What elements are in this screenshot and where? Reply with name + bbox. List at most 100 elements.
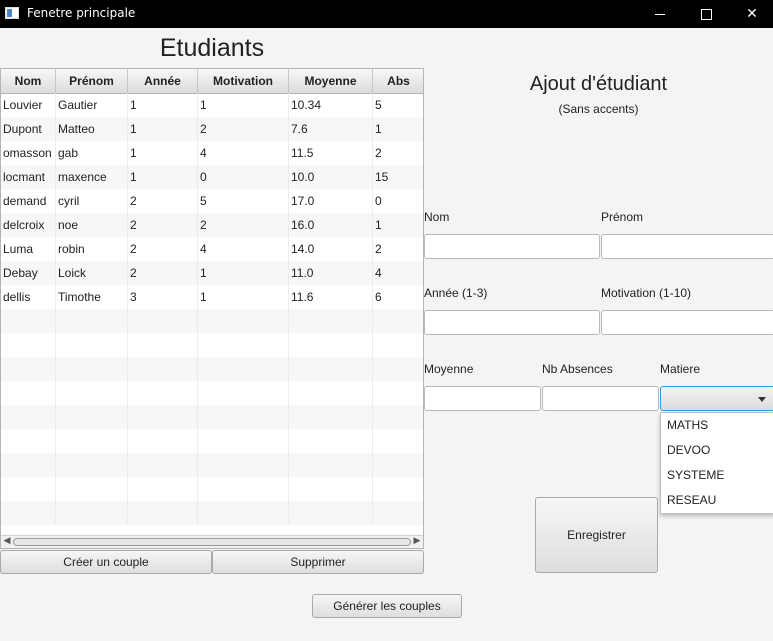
table-cell: locmant [1, 165, 56, 189]
table-cell: 2 [198, 213, 289, 237]
table-cell [56, 357, 128, 381]
column-header[interactable]: Motivation [198, 69, 289, 93]
empty-table-row [1, 333, 423, 357]
absences-label: Nb Absences [542, 362, 613, 376]
empty-table-row [1, 429, 423, 453]
students-table[interactable]: Nom Prénom Année Motivation Moyenne Abs Louvi… [0, 68, 424, 549]
add-student-heading: Ajout d'étudiant [529, 73, 668, 95]
table-cell: 5 [198, 189, 289, 213]
table-cell [289, 381, 373, 405]
matiere-option[interactable]: DEVOO [661, 438, 773, 463]
table-cell: omasson [1, 141, 56, 165]
table-cell: robin [56, 237, 128, 261]
prenom-label: Prénom [601, 210, 644, 224]
empty-table-row [1, 477, 423, 501]
table-cell: 1 [198, 93, 289, 117]
table-row[interactable]: demand cyril 2 5 17.0 0 [1, 189, 423, 213]
column-header[interactable]: Abs [373, 69, 423, 93]
table-cell [128, 381, 198, 405]
moyenne-input[interactable] [424, 386, 541, 411]
horizontal-scrollbar[interactable]: ◀ ▶ [1, 535, 423, 548]
table-cell [128, 333, 198, 357]
moyenne-label: Moyenne [424, 362, 474, 376]
table-cell [289, 429, 373, 453]
table-cell: 1 [198, 261, 289, 285]
generate-couples-button[interactable]: Générer les couples [312, 594, 462, 618]
table-row[interactable]: locmant maxence 1 0 10.0 15 [1, 165, 423, 189]
table-row[interactable]: Debay Loick 2 1 11.0 4 [1, 261, 423, 285]
column-header[interactable]: Nom [1, 69, 56, 93]
table-cell: 2 [128, 213, 198, 237]
table-cell: 2 [373, 237, 423, 261]
table-row[interactable]: Luma robin 2 4 14.0 2 [1, 237, 423, 261]
students-heading: Etudiants [159, 34, 265, 62]
annee-input[interactable] [424, 310, 600, 335]
matiere-option[interactable]: RESEAU [661, 488, 773, 513]
table-cell [128, 477, 198, 501]
scroll-left-icon[interactable]: ◀ [1, 535, 13, 547]
table-cell: 4 [198, 141, 289, 165]
matiere-dropdown-list: MATHS DEVOO SYSTEME RESEAU [660, 412, 773, 514]
table-cell [1, 357, 56, 381]
scrollbar-thumb[interactable] [13, 538, 411, 546]
empty-table-row [1, 405, 423, 429]
table-cell: 14.0 [289, 237, 373, 261]
table-row[interactable]: Louvier Gautier 1 1 10.34 5 [1, 93, 423, 117]
table-cell [373, 477, 423, 501]
table-cell [128, 453, 198, 477]
empty-table-row [1, 501, 423, 525]
scroll-right-icon[interactable]: ▶ [411, 535, 423, 547]
table-cell [289, 501, 373, 525]
column-header[interactable]: Prénom [56, 69, 128, 93]
maximize-button[interactable] [683, 0, 729, 28]
empty-table-row [1, 453, 423, 477]
table-cell [1, 477, 56, 501]
absences-input[interactable] [542, 386, 659, 411]
matiere-option[interactable]: SYSTEME [661, 463, 773, 488]
table-cell [198, 429, 289, 453]
column-header[interactable]: Année [128, 69, 198, 93]
table-cell [56, 453, 128, 477]
table-cell: Loick [56, 261, 128, 285]
table-cell: demand [1, 189, 56, 213]
table-cell: 2 [373, 141, 423, 165]
close-button[interactable]: ✕ [729, 0, 773, 28]
table-cell [373, 453, 423, 477]
motivation-input[interactable] [601, 310, 773, 335]
matiere-option[interactable]: MATHS [661, 413, 773, 438]
table-cell: 10.34 [289, 93, 373, 117]
table-cell: 1 [128, 93, 198, 117]
motivation-label: Motivation (1-10) [601, 286, 692, 300]
table-cell [56, 405, 128, 429]
table-cell: 1 [373, 117, 423, 141]
table-cell: 15 [373, 165, 423, 189]
close-icon: ✕ [746, 6, 758, 22]
matiere-select[interactable] [660, 386, 773, 411]
delete-button[interactable]: Supprimer [212, 550, 424, 574]
table-cell [198, 501, 289, 525]
table-row[interactable]: omasson gab 1 4 11.5 2 [1, 141, 423, 165]
table-cell [1, 405, 56, 429]
table-cell [56, 333, 128, 357]
table-cell: Matteo [56, 117, 128, 141]
table-row[interactable]: dellis Timothe 3 1 11.6 6 [1, 285, 423, 309]
create-couple-button[interactable]: Créer un couple [0, 550, 212, 574]
table-cell [56, 429, 128, 453]
table-row[interactable]: delcroix noe 2 2 16.0 1 [1, 213, 423, 237]
nom-input[interactable] [424, 234, 600, 259]
table-row[interactable]: Dupont Matteo 1 2 7.6 1 [1, 117, 423, 141]
table-cell [373, 357, 423, 381]
window-titlebar: Fenetre principale ✕ [0, 0, 773, 28]
table-cell: 5 [373, 93, 423, 117]
table-cell: 0 [198, 165, 289, 189]
annee-label: Année (1-3) [424, 286, 488, 300]
minimize-button[interactable] [637, 0, 683, 28]
save-button[interactable]: Enregistrer [535, 497, 658, 573]
maximize-icon [700, 8, 712, 20]
table-cell [1, 381, 56, 405]
column-header[interactable]: Moyenne [289, 69, 373, 93]
table-cell [56, 501, 128, 525]
table-cell: Dupont [1, 117, 56, 141]
prenom-input[interactable] [601, 234, 773, 259]
table-cell [198, 333, 289, 357]
